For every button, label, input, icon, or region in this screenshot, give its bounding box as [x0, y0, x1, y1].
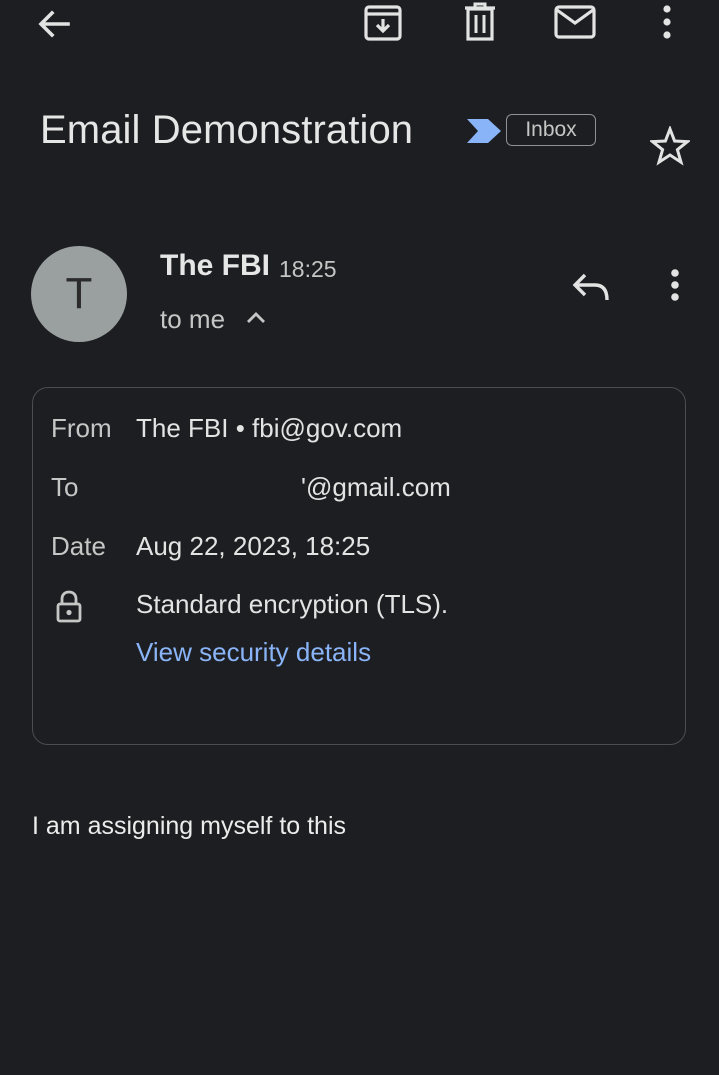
sender-avatar: T — [31, 246, 127, 342]
from-value: The FBI • fbi@gov.com — [136, 413, 403, 443]
recipient-summary[interactable]: to me — [160, 303, 225, 335]
date-label: Date — [51, 531, 106, 561]
back-arrow-icon[interactable] — [34, 4, 74, 44]
to-value: '@gmail.com — [301, 472, 451, 502]
lock-icon — [55, 590, 83, 624]
from-label: From — [51, 413, 112, 443]
message-body-text: I am assigning myself to this — [32, 812, 347, 840]
trash-icon[interactable] — [462, 2, 498, 42]
message-more-options-icon[interactable] — [664, 268, 686, 304]
sender-name: The FBI — [160, 249, 270, 282]
importance-marker-icon — [466, 118, 502, 144]
more-options-icon[interactable] — [660, 2, 674, 42]
inbox-label-chip[interactable]: Inbox — [506, 114, 596, 146]
star-icon[interactable] — [650, 126, 690, 166]
mark-unread-mail-icon[interactable] — [553, 3, 597, 41]
reply-icon[interactable] — [571, 270, 611, 304]
date-value: Aug 22, 2023, 18:25 — [136, 531, 371, 561]
message-time: 18:25 — [279, 256, 337, 282]
chevron-up-icon[interactable] — [244, 306, 268, 330]
archive-icon[interactable] — [362, 1, 404, 43]
to-label: To — [51, 472, 79, 502]
view-security-details-link[interactable]: View security details — [136, 636, 371, 668]
email-view: Email Demonstration Inbox T The FBI 18:2… — [0, 0, 719, 1075]
email-subject: Email Demonstration — [40, 108, 414, 152]
encryption-status: Standard encryption (TLS). — [136, 589, 449, 619]
